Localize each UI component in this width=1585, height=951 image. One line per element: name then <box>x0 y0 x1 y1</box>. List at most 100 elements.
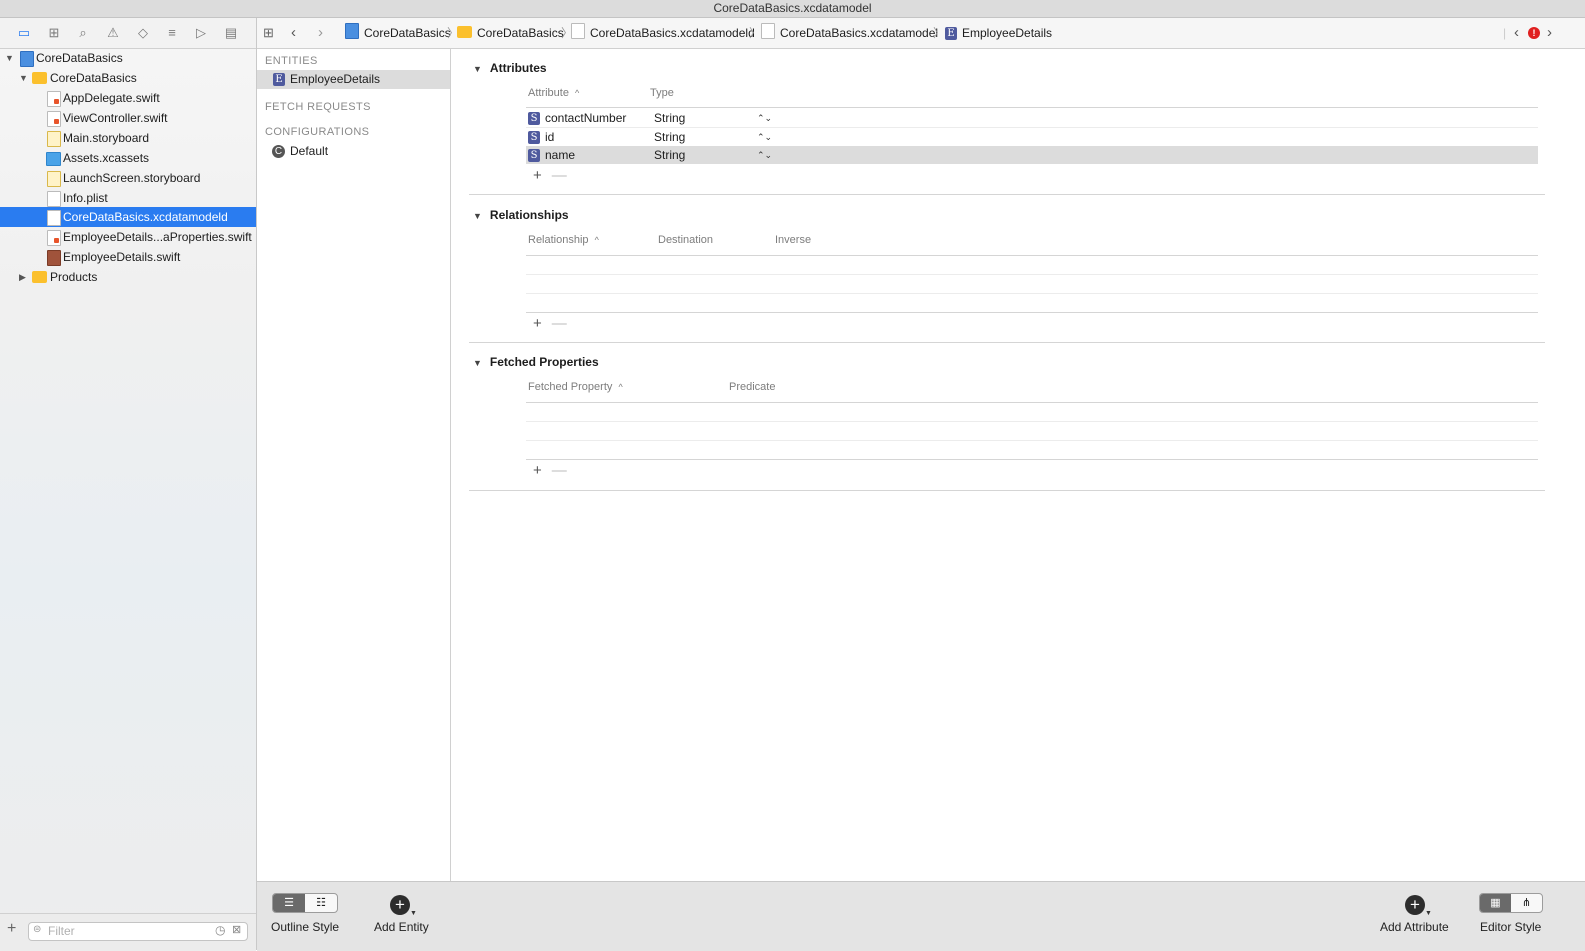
editor-style-segmented-control[interactable]: ▦ ⋔ <box>1479 893 1543 913</box>
scm-filter-icon[interactable]: ⊠ <box>232 923 241 936</box>
tree-item-group[interactable]: ▼ CoreDataBasics <box>0 68 256 88</box>
remove-attribute-minus-button[interactable]: — <box>552 167 567 184</box>
dropdown-caret-icon[interactable]: ▼ <box>1425 910 1432 917</box>
outline-hierarchy-icon[interactable]: ☷ <box>305 894 337 912</box>
tree-item-viewcontroller[interactable]: ViewController.swift <box>0 108 256 128</box>
forward-chevron-icon[interactable]: › <box>318 18 323 48</box>
disclosure-open-icon[interactable]: ▼ <box>473 211 482 221</box>
add-attribute-plus-button[interactable]: + <box>533 167 542 184</box>
remove-fetched-property-minus-button[interactable]: — <box>552 462 567 479</box>
tree-item-datamodel[interactable]: CoreDataBasics.xcdatamodeld <box>0 207 256 227</box>
column-header-predicate[interactable]: Predicate <box>729 381 775 393</box>
column-header-type[interactable]: Type <box>650 87 674 99</box>
add-relationship-plus-button[interactable]: + <box>533 315 542 332</box>
breadcrumb-xcdatamodel[interactable]: CoreDataBasics.xcdatamodel <box>761 18 938 48</box>
table-style-icon[interactable]: ▦ <box>1480 894 1511 912</box>
attribute-name[interactable]: contactNumber <box>545 111 626 125</box>
attribute-name[interactable]: id <box>545 130 554 144</box>
previous-issue-chevron-icon[interactable]: ‹ <box>1514 18 1519 48</box>
jump-divider: | <box>1503 26 1507 40</box>
error-badge-icon[interactable]: ! <box>1528 27 1540 39</box>
disclosure-open-icon[interactable]: ▼ <box>19 68 28 88</box>
column-header-destination[interactable]: Destination <box>658 234 713 246</box>
search-icon[interactable]: ⌕ <box>74 25 92 41</box>
navigator-selector-bar: ▭ ⊞ ⌕ ⚠ ◇ ≡ ▷ ▤ <box>0 18 256 49</box>
recent-files-icon[interactable]: ◷ <box>215 923 225 937</box>
attribute-row-name[interactable]: Sname String ⌃⌄ <box>526 146 1538 164</box>
next-issue-chevron-icon[interactable]: › <box>1547 18 1552 48</box>
attribute-name[interactable]: name <box>545 148 575 162</box>
select-stepper-icon[interactable]: ⌃⌄ <box>757 146 772 164</box>
select-stepper-icon[interactable]: ⌃⌄ <box>757 109 772 127</box>
configuration-name: Default <box>290 144 329 158</box>
tree-item-launchscreen[interactable]: LaunchScreen.storyboard <box>0 168 256 188</box>
filter-input[interactable]: ⊜ Filter ◷ ⊠ <box>28 922 248 941</box>
outline-list-icon[interactable]: ☰ <box>273 894 305 912</box>
hierarchy-icon[interactable]: ⊞ <box>45 25 63 41</box>
tree-item-assets[interactable]: Assets.xcassets <box>0 148 256 168</box>
disclosure-open-icon[interactable]: ▼ <box>473 64 482 74</box>
tree-item-employee-properties[interactable]: EmployeeDetails...aProperties.swift <box>0 227 256 247</box>
column-header-inverse[interactable]: Inverse <box>775 234 811 246</box>
disclosure-open-icon[interactable]: ▼ <box>5 48 14 68</box>
attribute-row-contactnumber[interactable]: ScontactNumber String ⌃⌄ <box>526 109 1538 127</box>
tree-item-label: EmployeeDetails.swift <box>63 250 181 264</box>
remove-relationship-minus-button[interactable]: — <box>552 315 567 332</box>
crumb-label: CoreDataBasics.xcdatamodel <box>780 26 939 40</box>
sort-ascending-icon: ^ <box>594 235 599 245</box>
configuration-row-default[interactable]: C Default <box>257 142 450 161</box>
report-icon[interactable]: ▤ <box>222 25 240 41</box>
test-diamond-icon[interactable]: ◇ <box>134 25 152 41</box>
tree-item-label: Main.storyboard <box>63 131 150 145</box>
tree-item-products[interactable]: ▶ Products <box>0 267 256 287</box>
folder-icon <box>32 271 47 283</box>
tree-item-employeedetails[interactable]: EmployeeDetails.swift <box>0 247 256 267</box>
breadcrumb-project[interactable]: CoreDataBasics <box>345 18 451 48</box>
divider <box>526 255 1538 256</box>
column-header-relationship[interactable]: Relationship ^ <box>528 234 599 246</box>
entity-icon: E <box>273 73 285 87</box>
column-header-label: Relationship <box>528 234 589 246</box>
tree-item-infoplist[interactable]: Info.plist <box>0 188 256 208</box>
related-items-icon[interactable]: ⊞ <box>263 18 274 48</box>
section-title-label: Relationships <box>489 208 569 222</box>
jump-bar: ⊞ ‹ › CoreDataBasics 〉 CoreDataBasics 〉 … <box>257 18 1585 49</box>
breakpoint-icon[interactable]: ▷ <box>192 25 210 41</box>
tree-item-label: CoreDataBasics <box>36 51 123 65</box>
add-entity-button[interactable]: + <box>390 895 410 915</box>
select-stepper-icon[interactable]: ⌃⌄ <box>757 128 772 146</box>
attribute-type-select[interactable]: String <box>654 109 685 127</box>
disclosure-open-icon[interactable]: ▼ <box>473 358 482 368</box>
attribute-row-id[interactable]: Sid String ⌃⌄ <box>526 128 1538 146</box>
entity-row-employeedetails[interactable]: E EmployeeDetails <box>257 70 450 89</box>
tree-item-appdelegate[interactable]: AppDelegate.swift <box>0 88 256 108</box>
column-header-attribute[interactable]: Attribute ^ <box>528 87 579 99</box>
breadcrumb-group[interactable]: CoreDataBasics <box>457 18 564 48</box>
disclosure-closed-icon[interactable]: ▶ <box>19 267 26 287</box>
breadcrumb-xcdatamodeld[interactable]: CoreDataBasics.xcdatamodeld <box>571 18 755 48</box>
graph-style-icon[interactable]: ⋔ <box>1511 894 1542 912</box>
back-chevron-icon[interactable]: ‹ <box>291 18 296 48</box>
string-attribute-icon: S <box>528 131 540 145</box>
attribute-type-select[interactable]: String <box>654 128 685 146</box>
tree-item-main-storyboard[interactable]: Main.storyboard <box>0 128 256 148</box>
folder-icon[interactable]: ▭ <box>15 25 33 41</box>
configuration-icon: C <box>272 145 285 159</box>
relationships-section-title[interactable]: ▼ Relationships <box>473 208 569 222</box>
fetched-property-add-remove: + — <box>533 462 567 479</box>
fetched-properties-section-title[interactable]: ▼ Fetched Properties <box>473 355 599 369</box>
column-header-fetched-property[interactable]: Fetched Property ^ <box>528 381 623 393</box>
attribute-type-select[interactable]: String <box>654 146 685 164</box>
outline-style-segmented-control[interactable]: ☰ ☷ <box>272 893 338 913</box>
debug-list-icon[interactable]: ≡ <box>163 25 181 41</box>
add-icon[interactable]: + <box>7 920 16 938</box>
warning-icon[interactable]: ⚠ <box>104 25 122 41</box>
add-attribute-button[interactable]: + <box>1405 895 1425 915</box>
attributes-section-title[interactable]: ▼ Attributes <box>473 61 547 75</box>
column-header-label: Attribute <box>528 87 569 99</box>
divider <box>526 274 1538 275</box>
dropdown-caret-icon[interactable]: ▼ <box>410 910 417 917</box>
tree-item-project[interactable]: ▼ CoreDataBasics <box>0 48 256 68</box>
add-fetched-property-plus-button[interactable]: + <box>533 462 542 479</box>
breadcrumb-entity[interactable]: E EmployeeDetails <box>945 18 1052 48</box>
